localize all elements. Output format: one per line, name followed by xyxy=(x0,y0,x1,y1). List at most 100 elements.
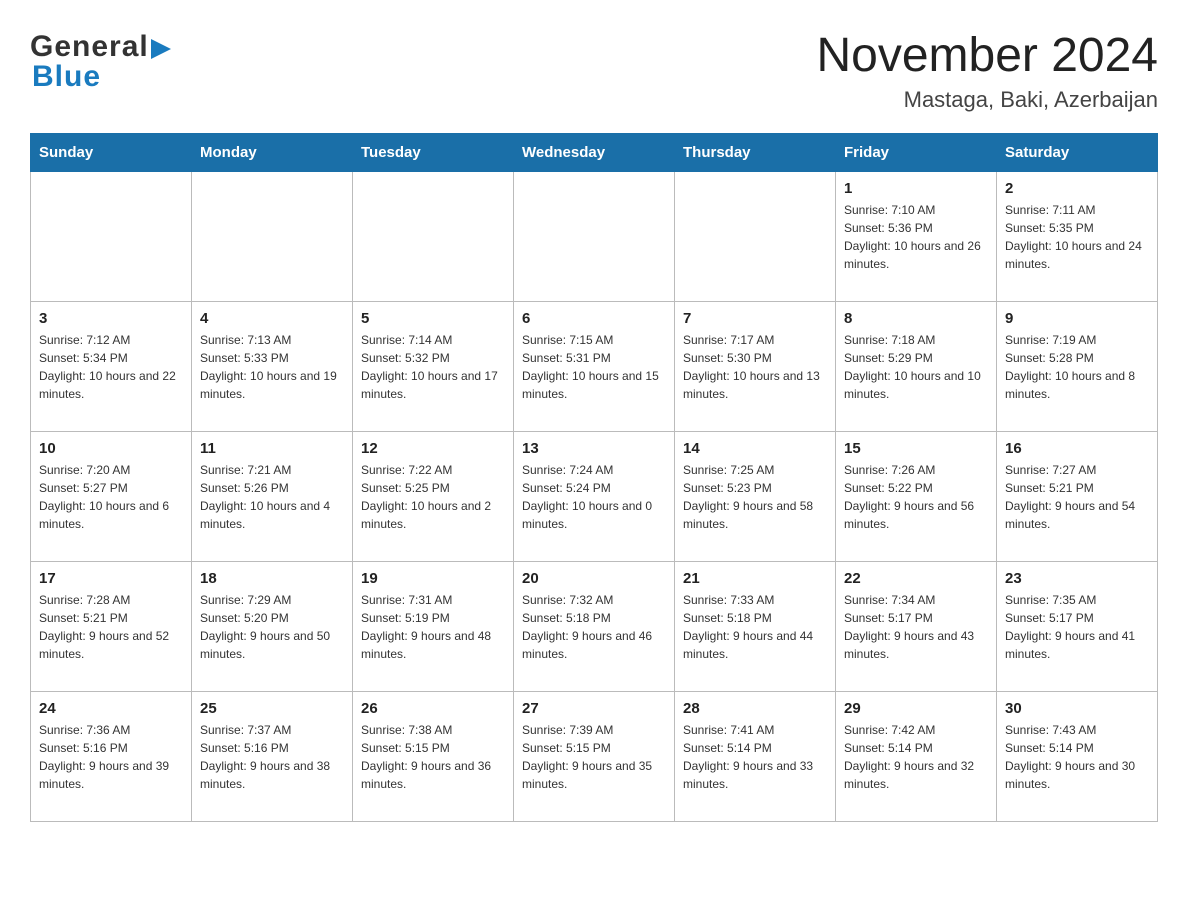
day-info: Sunrise: 7:10 AM Sunset: 5:36 PM Dayligh… xyxy=(844,201,988,273)
calendar-cell: 24 Sunrise: 7:36 AM Sunset: 5:16 PM Dayli… xyxy=(31,691,192,821)
day-info: Sunrise: 7:42 AM Sunset: 5:14 PM Dayligh… xyxy=(844,721,988,793)
logo: General Blue xyxy=(30,30,171,94)
calendar-cell: 18 Sunrise: 7:29 AM Sunset: 5:20 PM Dayli… xyxy=(192,561,353,691)
day-number: 8 xyxy=(844,310,988,327)
calendar-cell: 2 Sunrise: 7:11 AM Sunset: 5:35 PM Daylig… xyxy=(997,171,1158,301)
day-number: 30 xyxy=(1005,700,1149,717)
calendar-cell: 13 Sunrise: 7:24 AM Sunset: 5:24 PM Dayli… xyxy=(514,431,675,561)
calendar-cell: 4 Sunrise: 7:13 AM Sunset: 5:33 PM Daylig… xyxy=(192,301,353,431)
day-number: 10 xyxy=(39,440,183,457)
day-info: Sunrise: 7:11 AM Sunset: 5:35 PM Dayligh… xyxy=(1005,201,1149,273)
day-info: Sunrise: 7:24 AM Sunset: 5:24 PM Dayligh… xyxy=(522,461,666,533)
day-number: 4 xyxy=(200,310,344,327)
calendar-cell: 7 Sunrise: 7:17 AM Sunset: 5:30 PM Daylig… xyxy=(675,301,836,431)
day-number: 2 xyxy=(1005,180,1149,197)
location: Mastaga, Baki, Azerbaijan xyxy=(816,87,1158,113)
day-number: 13 xyxy=(522,440,666,457)
day-info: Sunrise: 7:26 AM Sunset: 5:22 PM Dayligh… xyxy=(844,461,988,533)
week-row-3: 10 Sunrise: 7:20 AM Sunset: 5:27 PM Dayli… xyxy=(31,431,1158,561)
day-info: Sunrise: 7:14 AM Sunset: 5:32 PM Dayligh… xyxy=(361,331,505,403)
calendar-cell: 16 Sunrise: 7:27 AM Sunset: 5:21 PM Dayli… xyxy=(997,431,1158,561)
day-info: Sunrise: 7:18 AM Sunset: 5:29 PM Dayligh… xyxy=(844,331,988,403)
page-header: General Blue November 2024 Mastaga, Baki… xyxy=(30,30,1158,113)
day-info: Sunrise: 7:19 AM Sunset: 5:28 PM Dayligh… xyxy=(1005,331,1149,403)
col-header-thursday: Thursday xyxy=(675,133,836,171)
day-number: 18 xyxy=(200,570,344,587)
day-number: 12 xyxy=(361,440,505,457)
day-number: 5 xyxy=(361,310,505,327)
week-row-4: 17 Sunrise: 7:28 AM Sunset: 5:21 PM Dayli… xyxy=(31,561,1158,691)
logo-general-text: General xyxy=(30,30,149,64)
day-info: Sunrise: 7:22 AM Sunset: 5:25 PM Dayligh… xyxy=(361,461,505,533)
day-number: 22 xyxy=(844,570,988,587)
day-number: 6 xyxy=(522,310,666,327)
calendar-cell xyxy=(31,171,192,301)
calendar-cell xyxy=(353,171,514,301)
day-number: 28 xyxy=(683,700,827,717)
day-info: Sunrise: 7:37 AM Sunset: 5:16 PM Dayligh… xyxy=(200,721,344,793)
day-number: 19 xyxy=(361,570,505,587)
day-info: Sunrise: 7:20 AM Sunset: 5:27 PM Dayligh… xyxy=(39,461,183,533)
col-header-tuesday: Tuesday xyxy=(353,133,514,171)
day-info: Sunrise: 7:35 AM Sunset: 5:17 PM Dayligh… xyxy=(1005,591,1149,663)
day-info: Sunrise: 7:27 AM Sunset: 5:21 PM Dayligh… xyxy=(1005,461,1149,533)
calendar-cell: 28 Sunrise: 7:41 AM Sunset: 5:14 PM Dayli… xyxy=(675,691,836,821)
logo-blue-text: Blue xyxy=(32,60,101,94)
calendar-cell: 10 Sunrise: 7:20 AM Sunset: 5:27 PM Dayli… xyxy=(31,431,192,561)
day-info: Sunrise: 7:41 AM Sunset: 5:14 PM Dayligh… xyxy=(683,721,827,793)
calendar-cell: 20 Sunrise: 7:32 AM Sunset: 5:18 PM Dayli… xyxy=(514,561,675,691)
title-section: November 2024 Mastaga, Baki, Azerbaijan xyxy=(816,30,1158,113)
calendar-cell: 30Sunrise: 7:43 AM Sunset: 5:14 PM Dayli… xyxy=(997,691,1158,821)
calendar-cell: 14 Sunrise: 7:25 AM Sunset: 5:23 PM Dayli… xyxy=(675,431,836,561)
day-info: Sunrise: 7:28 AM Sunset: 5:21 PM Dayligh… xyxy=(39,591,183,663)
day-number: 20 xyxy=(522,570,666,587)
calendar-cell xyxy=(514,171,675,301)
day-number: 16 xyxy=(1005,440,1149,457)
col-header-wednesday: Wednesday xyxy=(514,133,675,171)
day-number: 7 xyxy=(683,310,827,327)
calendar-cell: 6 Sunrise: 7:15 AM Sunset: 5:31 PM Daylig… xyxy=(514,301,675,431)
day-info: Sunrise: 7:36 AM Sunset: 5:16 PM Dayligh… xyxy=(39,721,183,793)
calendar-cell xyxy=(192,171,353,301)
calendar-cell: 25 Sunrise: 7:37 AM Sunset: 5:16 PM Dayli… xyxy=(192,691,353,821)
col-header-monday: Monday xyxy=(192,133,353,171)
col-header-friday: Friday xyxy=(836,133,997,171)
day-number: 11 xyxy=(200,440,344,457)
day-info: Sunrise: 7:33 AM Sunset: 5:18 PM Dayligh… xyxy=(683,591,827,663)
day-number: 21 xyxy=(683,570,827,587)
day-number: 25 xyxy=(200,700,344,717)
day-info: Sunrise: 7:32 AM Sunset: 5:18 PM Dayligh… xyxy=(522,591,666,663)
day-info: Sunrise: 7:15 AM Sunset: 5:31 PM Dayligh… xyxy=(522,331,666,403)
calendar-cell: 8 Sunrise: 7:18 AM Sunset: 5:29 PM Daylig… xyxy=(836,301,997,431)
calendar-cell: 1 Sunrise: 7:10 AM Sunset: 5:36 PM Daylig… xyxy=(836,171,997,301)
day-number: 26 xyxy=(361,700,505,717)
day-number: 1 xyxy=(844,180,988,197)
week-row-1: 1 Sunrise: 7:10 AM Sunset: 5:36 PM Daylig… xyxy=(31,171,1158,301)
calendar-cell: 22Sunrise: 7:34 AM Sunset: 5:17 PM Dayli… xyxy=(836,561,997,691)
calendar-cell: 23 Sunrise: 7:35 AM Sunset: 5:17 PM Dayli… xyxy=(997,561,1158,691)
day-info: Sunrise: 7:25 AM Sunset: 5:23 PM Dayligh… xyxy=(683,461,827,533)
calendar-cell: 12 Sunrise: 7:22 AM Sunset: 5:25 PM Dayli… xyxy=(353,431,514,561)
day-info: Sunrise: 7:29 AM Sunset: 5:20 PM Dayligh… xyxy=(200,591,344,663)
calendar-cell: 17 Sunrise: 7:28 AM Sunset: 5:21 PM Dayli… xyxy=(31,561,192,691)
day-number: 24 xyxy=(39,700,183,717)
day-number: 15 xyxy=(844,440,988,457)
day-number: 3 xyxy=(39,310,183,327)
day-info: Sunrise: 7:31 AM Sunset: 5:19 PM Dayligh… xyxy=(361,591,505,663)
calendar-header-row: SundayMondayTuesdayWednesdayThursdayFrid… xyxy=(31,133,1158,171)
day-number: 17 xyxy=(39,570,183,587)
calendar-cell: 3 Sunrise: 7:12 AM Sunset: 5:34 PM Daylig… xyxy=(31,301,192,431)
calendar-table: SundayMondayTuesdayWednesdayThursdayFrid… xyxy=(30,133,1158,822)
col-header-saturday: Saturday xyxy=(997,133,1158,171)
calendar-cell: 19 Sunrise: 7:31 AM Sunset: 5:19 PM Dayli… xyxy=(353,561,514,691)
week-row-2: 3 Sunrise: 7:12 AM Sunset: 5:34 PM Daylig… xyxy=(31,301,1158,431)
day-number: 14 xyxy=(683,440,827,457)
day-number: 9 xyxy=(1005,310,1149,327)
calendar-cell: 26Sunrise: 7:38 AM Sunset: 5:15 PM Dayli… xyxy=(353,691,514,821)
day-info: Sunrise: 7:12 AM Sunset: 5:34 PM Dayligh… xyxy=(39,331,183,403)
day-info: Sunrise: 7:17 AM Sunset: 5:30 PM Dayligh… xyxy=(683,331,827,403)
week-row-5: 24 Sunrise: 7:36 AM Sunset: 5:16 PM Dayli… xyxy=(31,691,1158,821)
calendar-cell xyxy=(675,171,836,301)
day-info: Sunrise: 7:13 AM Sunset: 5:33 PM Dayligh… xyxy=(200,331,344,403)
day-number: 23 xyxy=(1005,570,1149,587)
